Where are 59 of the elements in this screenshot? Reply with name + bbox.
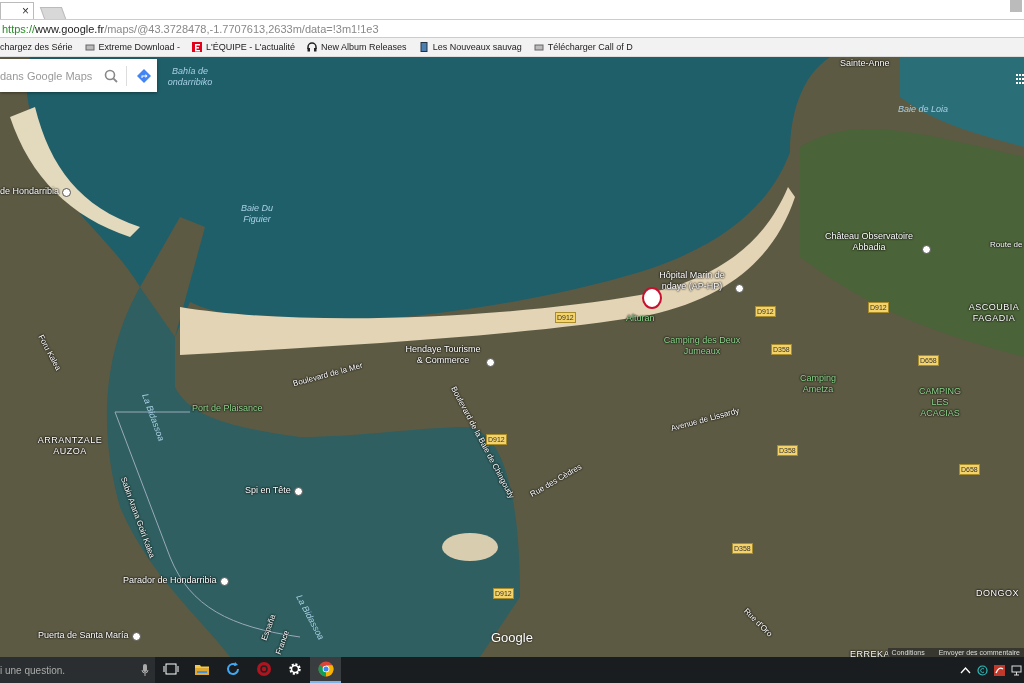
district-label: ASCOUBIA FAGADIA	[967, 302, 1021, 324]
bookmark-link[interactable]: Extreme Download -	[98, 42, 181, 52]
district-label: DONGOX	[976, 588, 1019, 599]
street-label: Sabin Arana Goiri Kalea	[117, 475, 158, 560]
search-icon[interactable]	[104, 68, 118, 83]
google-logo: Google	[491, 630, 533, 645]
street-label: Avenue de Lissardy	[669, 405, 741, 434]
taskbar-app-button[interactable]	[310, 657, 341, 683]
street-label: Foru Kalea	[35, 332, 64, 373]
search-field[interactable]: dans Google Maps	[0, 69, 100, 82]
browser-tab[interactable]: ×	[0, 2, 34, 19]
directions-icon[interactable]	[137, 68, 151, 83]
street-label: Route de	[990, 239, 1023, 250]
place-label: Camping des Deux Jumeaux	[662, 335, 742, 357]
page-icon	[84, 42, 95, 52]
bookmark-link[interactable]: New Album Releases	[321, 42, 407, 52]
page-icon	[533, 42, 544, 52]
task-view-icon	[162, 661, 179, 677]
place-marker-icon[interactable]	[220, 577, 229, 586]
place-label: Hendaye Tourisme & Commerce	[404, 344, 482, 366]
target-icon	[255, 661, 272, 677]
place-marker-icon[interactable]	[294, 487, 303, 496]
place-label: Alturan	[626, 313, 655, 324]
book-icon	[418, 42, 429, 52]
caret-up-icon[interactable]	[960, 664, 971, 676]
place-label: Puerta de Santa María	[38, 630, 129, 641]
bookmark-link[interactable]: chargez des Série	[0, 42, 73, 52]
district-label: ARRANTZALE AUZOA	[36, 435, 104, 457]
search-placeholder: i une question.	[0, 664, 66, 676]
place-label: Spi en Tête	[245, 485, 291, 496]
place-marker-icon[interactable]	[486, 358, 495, 367]
place-label: Sainte-Anne	[840, 58, 890, 69]
water-label: Bahía de ondarribiko	[166, 66, 214, 88]
place-marker-icon[interactable]	[132, 632, 141, 641]
place-label: Parador de Hondarribia	[123, 575, 217, 586]
copyright-circle-icon[interactable]	[977, 664, 988, 676]
place-label: Port de Plaisance	[192, 403, 263, 414]
place-marker-icon[interactable]	[922, 245, 931, 254]
place-label: Château Observatoire Abbadia	[823, 231, 915, 253]
apps-grid-icon[interactable]	[1016, 74, 1024, 84]
headphones-icon	[307, 42, 318, 52]
tray-app-icon[interactable]	[994, 664, 1005, 676]
place-marker-icon[interactable]	[735, 284, 744, 293]
place-label: CAMPING LES ACACIAS	[918, 386, 962, 419]
bookmark-link[interactable]: L'ÉQUIPE - L'actualité	[206, 42, 296, 52]
settings-icon	[286, 661, 303, 677]
microphone-icon[interactable]	[141, 664, 149, 676]
place-label: Camping Ametza	[799, 373, 837, 395]
water-label: Baie Du Figuier	[240, 203, 274, 225]
circular-arrow-icon	[224, 661, 241, 677]
network-icon[interactable]	[1011, 664, 1022, 676]
chrome-icon	[317, 661, 334, 677]
bookmark-link[interactable]: Télécharger Call of D	[547, 42, 633, 52]
district-label: ERREKA	[850, 649, 890, 657]
place-marker-icon[interactable]	[62, 188, 71, 197]
bookmark-link[interactable]: Les Nouveaux sauvag	[432, 42, 522, 52]
logo-icon	[192, 42, 203, 52]
water-label: Baie de Loia	[898, 104, 949, 115]
taskbar-search-field[interactable]: i une question.	[0, 657, 155, 683]
